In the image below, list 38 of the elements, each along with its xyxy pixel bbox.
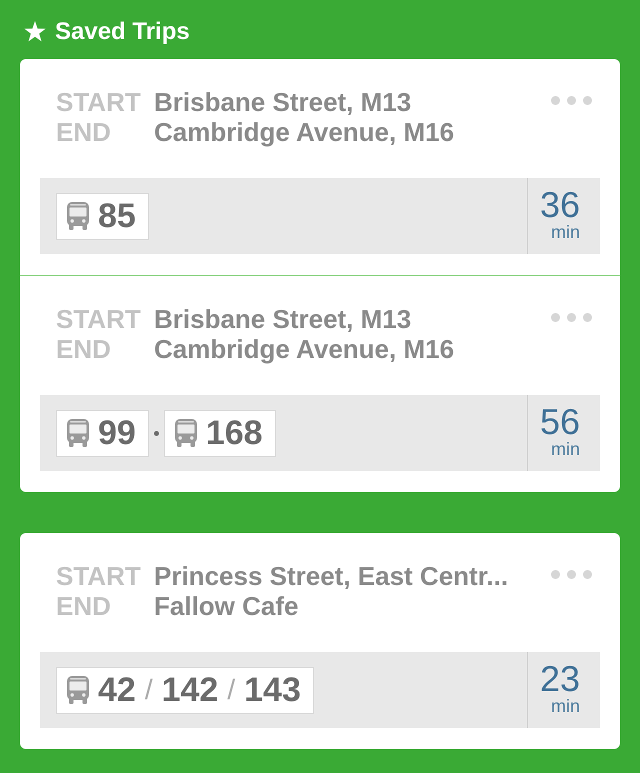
more-icon[interactable] — [551, 313, 592, 322]
start-location: Princess Street, East Centr... — [154, 561, 510, 591]
end-location: Cambridge Avenue, M16 — [154, 334, 456, 364]
bus-icon — [67, 419, 89, 447]
end-label: END — [56, 591, 112, 621]
duration-value: 23 — [540, 662, 580, 696]
start-location: Brisbane Street, M13 — [154, 304, 412, 334]
end-label: END — [56, 117, 112, 147]
duration-value: 56 — [540, 405, 580, 439]
start-location: Brisbane Street, M13 — [154, 87, 412, 117]
bus-icon — [174, 419, 197, 447]
end-label: END — [56, 334, 112, 364]
star-icon — [24, 21, 46, 42]
duration-unit: min — [550, 439, 580, 459]
duration-unit: min — [550, 696, 580, 716]
route-number: 85 — [98, 197, 136, 235]
end-location: Cambridge Avenue, M16 — [154, 117, 456, 147]
start-label: START — [56, 304, 142, 334]
route-number: 168 — [206, 414, 263, 452]
duration-unit: min — [550, 222, 580, 242]
bus-icon — [67, 202, 89, 230]
start-label: START — [56, 87, 142, 117]
route-divider: / — [144, 673, 153, 707]
route-number: 99 — [98, 414, 136, 452]
section-title: Saved Trips — [55, 18, 190, 46]
route-divider: / — [227, 673, 236, 707]
bus-icon — [67, 676, 89, 704]
more-icon[interactable] — [551, 96, 592, 105]
duration-value: 36 — [540, 188, 580, 222]
end-location: Fallow Cafe — [154, 591, 300, 621]
route-number: 143 — [244, 671, 301, 709]
trip-card[interactable]: START Brisbane Street, M13 END Cambridge Avenue, M16 85 36 min START Brisbane Street, M13 END Cambridge Avenue, M16 99 168 56 min — [20, 59, 620, 492]
start-label: START — [56, 561, 142, 591]
route-number: 142 — [162, 671, 218, 709]
trip-card[interactable]: START Princess Street, East Centr... END Fallow Cafe 42 / 142 / 143 23 min — [20, 533, 620, 749]
bullet-icon — [154, 430, 159, 436]
route-number: 42 — [98, 671, 136, 709]
more-icon[interactable] — [551, 570, 592, 579]
